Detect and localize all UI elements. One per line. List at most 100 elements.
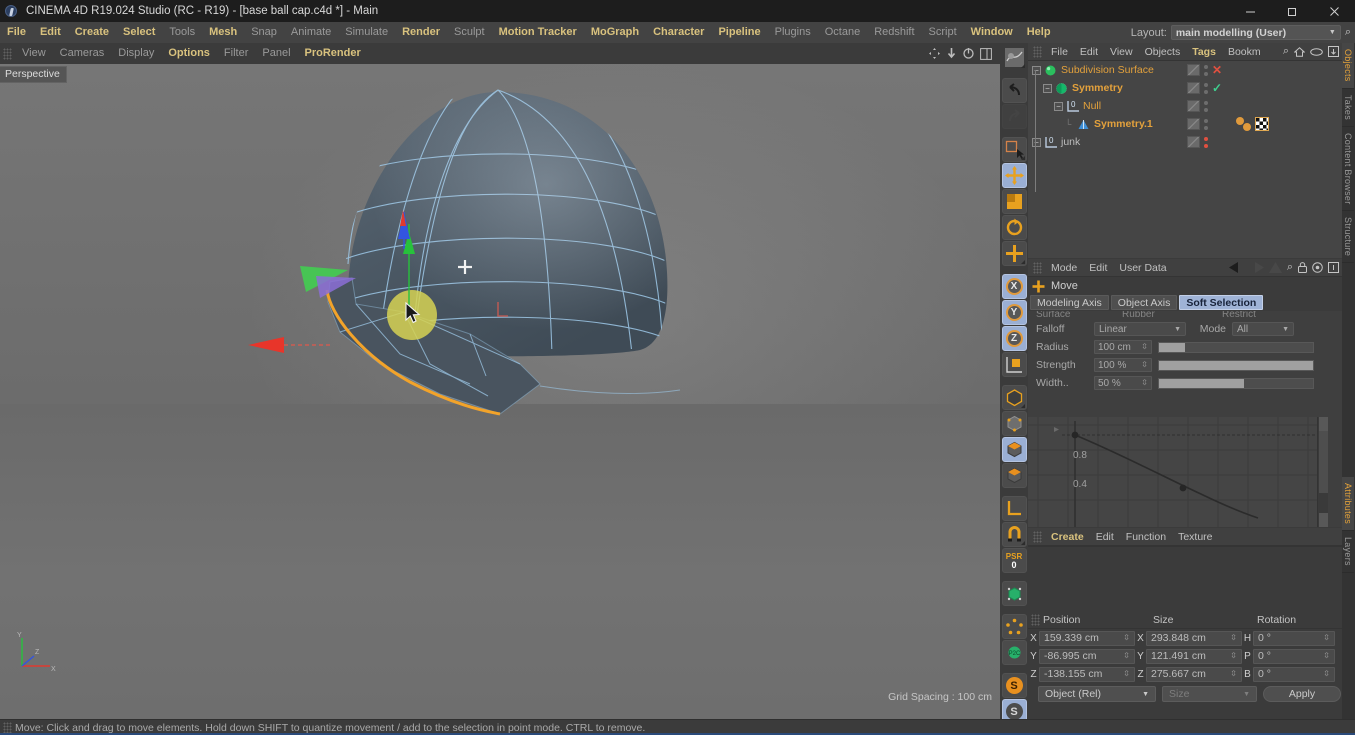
object-row-symmetry[interactable]: − Symmetry ✓ [1028,79,1342,97]
scale-tool-icon[interactable] [1001,189,1027,214]
stepper-icon[interactable]: ⇳ [1230,634,1237,642]
rotate-tool-icon[interactable] [1001,215,1027,240]
vtab-attributes[interactable]: Attributes [1342,477,1354,532]
display-tag-icon[interactable] [1187,136,1200,148]
size-y-input[interactable]: 121.491 cm ⇳ [1146,648,1242,664]
model-mode-icon[interactable] [1001,411,1027,436]
viewport-menu-panel[interactable]: Panel [255,43,297,64]
close-button[interactable] [1313,0,1355,22]
mode-dropdown[interactable]: All ▼ [1232,322,1294,336]
display-tag-icon[interactable] [1187,100,1200,112]
fit-icon[interactable] [1328,262,1339,273]
stepper-icon[interactable]: ⇳ [1323,670,1330,678]
stepper-icon[interactable]: ⇳ [1141,343,1148,351]
rotation-p-input[interactable]: 0 ° ⇳ [1253,648,1335,664]
up-arrow-icon[interactable] [1268,262,1282,273]
object-mode-icon[interactable] [1001,437,1027,462]
object-row-symmetry-1[interactable]: └ Symmetry.1 [1028,115,1342,133]
move-tool-icon[interactable] [1001,163,1027,188]
panel-grip[interactable] [1031,613,1040,626]
rotation-b-input[interactable]: 0 ° ⇳ [1253,666,1335,682]
enabled-tag-icon[interactable]: ✓ [1212,82,1222,94]
object-row-null[interactable]: −0 Null [1028,97,1342,115]
viewport-menu-prorender[interactable]: ProRender [298,43,368,64]
stepper-icon[interactable]: ⇳ [1123,670,1130,678]
om-menu-file[interactable]: File [1045,43,1074,61]
visibility-dot[interactable] [1204,100,1208,105]
menu-render[interactable]: Render [395,22,447,43]
visibility-dot[interactable] [1204,89,1208,94]
vtab-layers[interactable]: Layers [1342,531,1354,574]
object-row-subdivision-surface[interactable]: − Subdivision Surface ✕ [1028,61,1342,79]
zoom-icon[interactable] [946,47,957,60]
menu-animate[interactable]: Animate [284,22,338,43]
visibility-dots[interactable] [1204,64,1208,76]
expander-icon[interactable]: − [1032,65,1041,75]
object-row-junk[interactable]: −0 junk [1028,133,1342,151]
menu-redshift[interactable]: Redshift [867,22,921,43]
stepper-icon[interactable]: ⇳ [1323,652,1330,660]
menu-tools[interactable]: Tools [162,22,202,43]
search-icon[interactable]: ⌕ [1283,45,1289,58]
panel-grip[interactable] [1033,45,1042,58]
menu-script[interactable]: Script [922,22,964,43]
display-tag-icon[interactable] [1187,82,1200,94]
strength-slider[interactable] [1158,359,1314,371]
menu-create[interactable]: Create [68,22,116,43]
axis-mode-icon[interactable] [1001,496,1027,521]
om-menu-bookm[interactable]: Bookm [1222,43,1267,61]
object-tree[interactable]: − Subdivision Surface ✕ − Symmetry ✓ −0 Null └ Sy… [1028,61,1342,258]
size-mode-dropdown[interactable]: Size ▼ [1162,686,1257,702]
search-icon[interactable]: ⌕ [1345,26,1351,39]
perspective-viewport[interactable]: Perspective Grid Spacing : 100 cm Y X Z [0,64,1000,719]
texture-tag-icon[interactable] [1255,117,1269,131]
visibility-dots[interactable] [1204,118,1208,130]
vtab-objects[interactable]: Objects [1342,43,1354,89]
y-axis-lock-icon[interactable]: Y [1001,300,1027,325]
back-arrow-icon[interactable] [1228,262,1245,273]
pan-icon[interactable] [928,47,941,60]
mm-menu-function[interactable]: Function [1120,528,1172,546]
move-plus-icon[interactable] [1001,241,1027,266]
scroll-up-arrow[interactable] [1319,417,1328,431]
psr-zero-icon[interactable]: PSR 0 [1001,548,1027,573]
attr-tab-modeling-axis[interactable]: Modeling Axis [1030,295,1109,310]
make-editable-icon[interactable] [1001,385,1027,410]
menu-octane[interactable]: Octane [818,22,867,43]
menu-plugins[interactable]: Plugins [768,22,818,43]
expander-icon[interactable]: − [1054,101,1063,111]
lock-icon[interactable] [1298,262,1307,273]
material-tag-icon[interactable] [1243,123,1251,131]
stepper-icon[interactable]: ⇳ [1123,634,1130,642]
visibility-dot[interactable] [1204,107,1208,112]
maximize-button[interactable] [1271,0,1313,22]
falloff-dropdown[interactable]: Linear ▼ [1094,322,1186,336]
expander-icon[interactable]: − [1032,137,1041,147]
menu-edit[interactable]: Edit [33,22,68,43]
vtab-structure[interactable]: Structure [1342,211,1354,264]
render-view-icon[interactable] [1002,45,1027,70]
attr-tab-soft-selection[interactable]: Soft Selection [1179,295,1264,310]
baseball-cap-model[interactable] [0,64,1000,719]
stepper-icon[interactable]: ⇳ [1123,652,1130,660]
mm-menu-texture[interactable]: Texture [1172,528,1218,546]
om-menu-edit[interactable]: Edit [1074,43,1104,61]
curve-scrollbar[interactable] [1317,417,1328,527]
width-slider[interactable] [1158,377,1314,389]
object-tag-column[interactable] [1187,133,1342,151]
visibility-dots[interactable] [1204,100,1208,112]
strength-input[interactable]: 100 % ⇳ [1094,358,1152,372]
rotation-h-input[interactable]: 0 ° ⇳ [1253,630,1335,646]
menu-select[interactable]: Select [116,22,162,43]
object-tag-column[interactable]: ✕ [1187,61,1342,79]
mm-menu-edit[interactable]: Edit [1090,528,1120,546]
panel-grip[interactable] [1033,530,1042,543]
visibility-dot[interactable] [1204,118,1208,123]
visibility-dot[interactable] [1204,82,1208,87]
visibility-dot[interactable] [1204,71,1208,76]
fit-icon[interactable] [1328,46,1339,57]
position-z-input[interactable]: -138.155 cm ⇳ [1039,666,1135,682]
visibility-dot[interactable] [1204,64,1208,69]
x-axis-lock-icon[interactable]: X [1001,274,1027,299]
menu-window[interactable]: Window [964,22,1020,43]
